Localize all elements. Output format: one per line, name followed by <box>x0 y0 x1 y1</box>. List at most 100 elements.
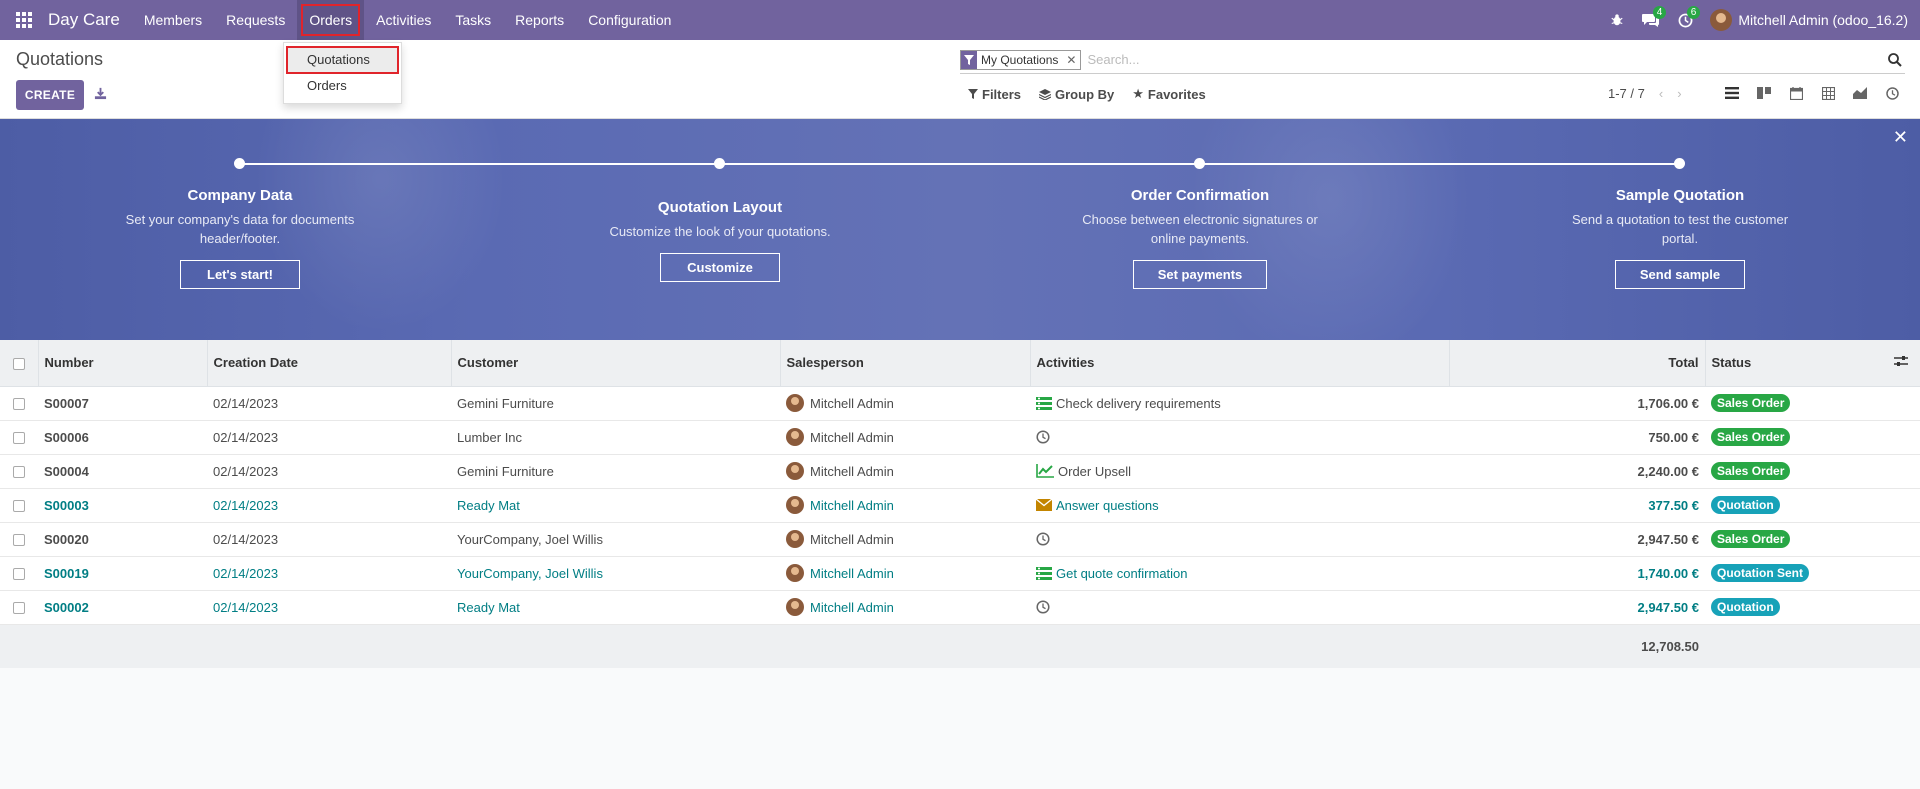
row-checkbox[interactable] <box>13 466 25 479</box>
column-number[interactable]: Number <box>38 340 208 387</box>
footer-total: 12,708.50 <box>1641 638 1699 654</box>
step-desc: Send a quotation to test the customer po… <box>1571 212 1789 246</box>
menu-orders[interactable]: Orders <box>297 0 365 40</box>
column-total[interactable]: Total <box>1449 340 1706 387</box>
salesperson-avatar <box>786 394 804 412</box>
row-checkbox[interactable] <box>13 398 25 411</box>
activity-view-icon[interactable] <box>1876 80 1908 106</box>
facet-close-icon[interactable]: ✕ <box>1062 51 1080 69</box>
cell-salesperson: Mitchell Admin <box>786 462 1024 480</box>
onboarding-timeline <box>240 163 1680 165</box>
menu-requests[interactable]: Requests <box>214 0 297 40</box>
banner-close-icon[interactable]: ✕ <box>1893 127 1908 148</box>
column-activities[interactable]: Activities <box>1030 340 1450 387</box>
graph-view-icon[interactable] <box>1844 80 1876 106</box>
facet-label: My Quotations <box>981 52 1059 67</box>
todo-list-icon[interactable] <box>1036 396 1052 410</box>
cell-activity[interactable]: Check delivery requirements <box>1036 396 1443 411</box>
row-checkbox[interactable] <box>13 568 25 581</box>
column-creation-date[interactable]: Creation Date <box>207 340 452 387</box>
kanban-view-icon[interactable] <box>1748 80 1780 106</box>
set-payments-button[interactable]: Set payments <box>1132 260 1268 289</box>
customize-button[interactable]: Customize <box>660 253 780 282</box>
cell-total: 1,740.00 € <box>1637 565 1699 581</box>
create-button[interactable]: CREATE <box>16 80 84 110</box>
salesperson-name: Mitchell Admin <box>810 395 894 411</box>
filters-button[interactable]: Filters <box>968 86 1021 102</box>
menu-members[interactable]: Members <box>132 0 214 40</box>
column-status[interactable]: Status <box>1705 340 1920 387</box>
apps-menu-icon[interactable] <box>0 0 48 40</box>
cell-number: S00019 <box>44 565 89 581</box>
dropdown-item-orders[interactable]: Orders <box>287 73 398 99</box>
user-menu[interactable]: Mitchell Admin (odoo_16.2) <box>1710 9 1908 31</box>
cell-number: S00007 <box>44 395 89 411</box>
menu-reports[interactable]: Reports <box>503 0 576 40</box>
cell-creation-date: 02/14/2023 <box>213 497 279 513</box>
chart-line-icon[interactable] <box>1036 464 1054 478</box>
cell-activity[interactable]: Answer questions <box>1036 498 1443 513</box>
salesperson-avatar <box>786 462 804 480</box>
pager-next-icon[interactable]: › <box>1677 86 1681 101</box>
table-row[interactable]: S00003 02/14/2023 Ready Mat Mitchell Admin A… <box>0 488 1920 522</box>
clock-icon[interactable] <box>1036 532 1050 546</box>
favorites-button[interactable]: ★ Favorites <box>1132 86 1205 102</box>
cell-creation-date: 02/14/2023 <box>213 429 279 445</box>
row-checkbox[interactable] <box>13 602 25 615</box>
search-input[interactable] <box>1087 52 1885 67</box>
table-row[interactable]: S00004 02/14/2023 Gemini Furniture Mitchell… <box>0 454 1920 488</box>
row-checkbox[interactable] <box>13 534 25 547</box>
cell-customer: YourCompany, Joel Willis <box>457 531 603 547</box>
app-brand[interactable]: Day Care <box>48 10 120 30</box>
table-row[interactable]: S00020 02/14/2023 YourCompany, Joel Willis… <box>0 522 1920 556</box>
envelope-icon[interactable] <box>1036 499 1052 511</box>
lets-start-button[interactable]: Let's start! <box>180 260 300 289</box>
list-view-icon[interactable] <box>1716 80 1748 106</box>
clock-icon[interactable] <box>1036 600 1050 614</box>
cell-activity[interactable]: Get quote confirmation <box>1036 566 1443 581</box>
send-sample-button[interactable]: Send sample <box>1614 260 1746 289</box>
table-row[interactable]: S00019 02/14/2023 YourCompany, Joel Willis… <box>0 556 1920 590</box>
todo-list-icon[interactable] <box>1036 566 1052 580</box>
cell-activity[interactable] <box>1036 532 1443 546</box>
search-icon[interactable] <box>1885 52 1905 67</box>
cell-activity[interactable] <box>1036 600 1443 614</box>
cell-activity[interactable] <box>1036 430 1443 444</box>
pivot-view-icon[interactable] <box>1812 80 1844 106</box>
column-customer[interactable]: Customer <box>451 340 781 387</box>
step-dot <box>714 158 725 169</box>
cell-salesperson: Mitchell Admin <box>786 496 1024 514</box>
clock-icon[interactable] <box>1036 430 1050 444</box>
activity-summary: Check delivery requirements <box>1056 395 1221 411</box>
step-desc: Customize the look of your quotations. <box>609 224 831 239</box>
menu-activities[interactable]: Activities <box>364 0 443 40</box>
row-checkbox[interactable] <box>13 500 25 513</box>
table-row[interactable]: S00006 02/14/2023 Lumber Inc Mitchell Admin… <box>0 420 1920 454</box>
download-icon[interactable] <box>94 87 107 103</box>
table-row[interactable]: S00002 02/14/2023 Ready Mat Mitchell Admin 2… <box>0 590 1920 624</box>
groupby-button[interactable]: Group By <box>1039 86 1114 102</box>
cell-creation-date: 02/14/2023 <box>213 599 279 615</box>
cell-number: S00006 <box>44 429 89 445</box>
select-all-checkbox[interactable] <box>12 357 25 370</box>
cell-creation-date: 02/14/2023 <box>213 395 279 411</box>
user-avatar <box>1710 9 1733 31</box>
status-badge: Sales Order <box>1711 428 1791 446</box>
activities-clock-icon[interactable]: 6 <box>1668 0 1702 40</box>
pager-prev-icon[interactable]: ‹ <box>1659 86 1663 101</box>
table-row[interactable]: S00007 02/14/2023 Gemini Furniture Mitchell… <box>0 386 1920 420</box>
cell-activity[interactable]: Order Upsell <box>1036 464 1443 479</box>
row-checkbox[interactable] <box>13 432 25 445</box>
calendar-view-icon[interactable] <box>1780 80 1812 106</box>
step-company-data: Company Data Set your company's data for… <box>110 187 370 289</box>
menu-tasks[interactable]: Tasks <box>443 0 503 40</box>
salesperson-name: Mitchell Admin <box>810 429 894 445</box>
messages-icon[interactable]: 4 <box>1634 0 1668 40</box>
dropdown-item-quotations[interactable]: Quotations <box>286 46 399 74</box>
pager-value[interactable]: 1-7 / 7 <box>1608 86 1645 101</box>
column-salesperson[interactable]: Salesperson <box>780 340 1031 387</box>
bug-icon[interactable] <box>1600 0 1634 40</box>
optional-columns-icon[interactable] <box>1894 355 1908 370</box>
menu-configuration[interactable]: Configuration <box>576 0 683 40</box>
activity-summary: Answer questions <box>1056 497 1159 513</box>
